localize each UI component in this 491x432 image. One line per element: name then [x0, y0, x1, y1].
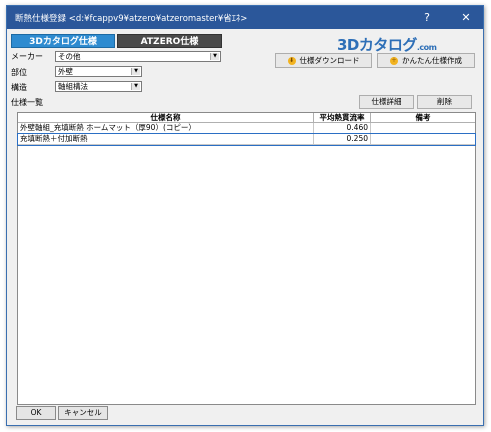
maker-value: その他 [58, 52, 81, 61]
download-spec-button[interactable]: ⬇ 仕様ダウンロード [275, 53, 372, 68]
structure-select[interactable]: 軸組構法 ▼ [55, 81, 142, 92]
dialog-window: 断熱仕様登録 <d:¥fcappv9¥atzero¥atzeromaster¥省… [6, 5, 484, 426]
help-button[interactable]: ? [412, 6, 442, 29]
spec-detail-button[interactable]: 仕様詳細 [359, 95, 414, 109]
row-note [371, 123, 475, 134]
row-u-value: 0.460 [314, 123, 371, 134]
tab-3d-catalog[interactable]: 3Dカタログ仕様 [11, 34, 115, 48]
part-value: 外壁 [58, 67, 73, 76]
delete-button[interactable]: 削除 [417, 95, 472, 109]
row-name: 充填断熱＋付加断熱 [18, 134, 314, 145]
chevron-down-icon: ▼ [131, 68, 140, 75]
maker-select[interactable]: その他 ▼ [55, 51, 221, 62]
column-header-note[interactable]: 備考 [371, 113, 475, 123]
plus-icon: ＋ [390, 57, 398, 65]
part-select[interactable]: 外壁 ▼ [55, 66, 142, 77]
spec-list-label: 仕様一覧 [11, 98, 43, 107]
ok-button[interactable]: OK [16, 406, 56, 420]
maker-label: メーカー [11, 52, 43, 61]
structure-value: 軸組構法 [58, 82, 88, 91]
row-u-value: 0.250 [314, 134, 371, 145]
logo-main: 3Dカタログ [337, 36, 417, 54]
close-button[interactable]: ✕ [451, 6, 481, 29]
part-label: 部位 [11, 68, 27, 77]
easy-create-button[interactable]: ＋ かんたん仕様作成 [377, 53, 475, 68]
window-title: 断熱仕様登録 <d:¥fcappv9¥atzero¥atzeromaster¥省… [15, 14, 248, 24]
cancel-button[interactable]: キャンセル [58, 406, 108, 420]
logo-suffix: .com [416, 43, 437, 52]
3d-catalog-logo: 3Dカタログ.com [337, 34, 437, 55]
spec-table: 仕様名称 平均熱貫流率 備考 外壁軸組_充填断熱 ホームマット（厚90）(コピー… [17, 112, 476, 405]
table-row[interactable]: 充填断熱＋付加断熱 0.250 [17, 133, 476, 146]
structure-label: 構造 [11, 83, 27, 92]
row-name: 外壁軸組_充填断熱 ホームマット（厚90）(コピー） [18, 123, 314, 134]
column-header-name[interactable]: 仕様名称 [18, 113, 314, 123]
download-icon: ⬇ [287, 57, 296, 65]
title-bar: 断熱仕様登録 <d:¥fcappv9¥atzero¥atzeromaster¥省… [7, 6, 483, 29]
easy-create-label: かんたん仕様作成 [402, 56, 462, 65]
column-header-u-value[interactable]: 平均熱貫流率 [314, 113, 371, 123]
table-row[interactable]: 外壁軸組_充填断熱 ホームマット（厚90）(コピー） 0.460 [18, 123, 475, 134]
tab-atzero[interactable]: ATZERO仕様 [117, 34, 222, 48]
chevron-down-icon: ▼ [131, 83, 140, 90]
row-note [371, 134, 475, 145]
chevron-down-icon: ▼ [210, 53, 219, 60]
download-spec-label: 仕様ダウンロード [299, 56, 360, 65]
